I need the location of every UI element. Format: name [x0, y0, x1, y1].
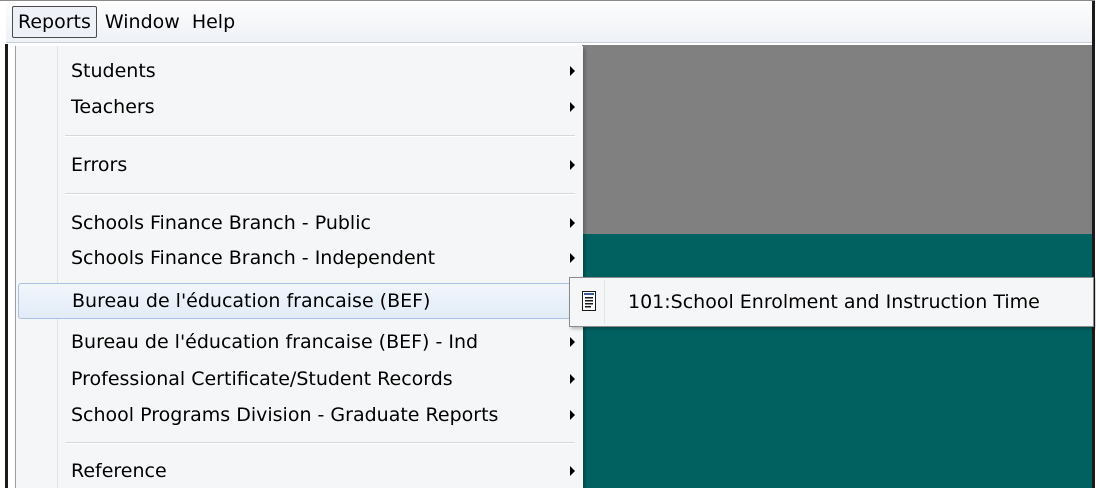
menu-item-reference[interactable]: Reference — [20, 454, 579, 488]
menu-item-school-programs[interactable]: School Programs Division - Graduate Repo… — [20, 398, 579, 432]
menu-item-label: Teachers — [71, 96, 155, 118]
menu-separator — [65, 442, 575, 444]
submenu-arrow-icon — [570, 66, 575, 76]
workspace-teal-area — [582, 234, 1092, 488]
menu-item-label: Students — [71, 60, 156, 82]
window-border-left — [5, 44, 8, 488]
menu-item-teachers[interactable]: Teachers — [20, 90, 579, 124]
menu-item-students[interactable]: Students — [20, 54, 579, 88]
menu-item-bef[interactable]: Bureau de l'éducation francaise (BEF) — [18, 283, 580, 319]
menu-item-errors[interactable]: Errors — [20, 148, 579, 182]
menu-item-label: Reference — [71, 460, 167, 482]
submenu-arrow-icon — [570, 337, 575, 347]
reports-dropdown-menu: Students Teachers Errors Schools Finance… — [15, 46, 583, 488]
bef-submenu: 101:School Enrolment and Instruction Tim… — [569, 277, 1094, 327]
menu-item-label: Schools Finance Branch - Independent — [71, 247, 436, 269]
menu-item-label: Schools Finance Branch - Public — [71, 212, 371, 234]
menu-separator — [65, 135, 575, 137]
workspace-gray-area — [582, 45, 1092, 234]
submenu-arrow-icon — [570, 218, 575, 228]
menu-reports[interactable]: Reports — [12, 6, 97, 38]
window-border-right — [1092, 1, 1095, 488]
menu-item-label: School Programs Division - Graduate Repo… — [71, 404, 499, 426]
menu-item-sfb-independent[interactable]: Schools Finance Branch - Independent — [20, 241, 579, 275]
menu-separator — [65, 193, 575, 195]
menu-help[interactable]: Help — [186, 6, 241, 38]
menu-item-label: Professional Certificate/Student Records — [71, 368, 453, 390]
submenu-arrow-icon — [570, 102, 575, 112]
submenu-arrow-icon — [570, 410, 575, 420]
menu-item-professional-certificate[interactable]: Professional Certificate/Student Records — [20, 362, 579, 396]
submenu-item-101-report[interactable]: 101:School Enrolment and Instruction Tim… — [573, 281, 1090, 323]
submenu-arrow-icon — [570, 374, 575, 384]
menu-item-label: Bureau de l'éducation francaise (BEF) - … — [71, 331, 479, 353]
menu-bar: Reports Window Help — [6, 2, 1092, 43]
menu-item-bef-ind[interactable]: Bureau de l'éducation francaise (BEF) - … — [20, 325, 579, 359]
report-document-icon — [582, 291, 596, 315]
menu-item-sfb-public[interactable]: Schools Finance Branch - Public — [20, 206, 579, 240]
application-window: Reports Window Help Students Teachers Er… — [0, 0, 1095, 488]
menu-item-label: Errors — [71, 154, 128, 176]
submenu-item-label: 101:School Enrolment and Instruction Tim… — [628, 291, 1040, 313]
submenu-arrow-icon — [570, 160, 575, 170]
menu-item-label: Bureau de l'éducation francaise (BEF) — [72, 290, 431, 312]
menu-window[interactable]: Window — [99, 6, 186, 38]
submenu-arrow-icon — [570, 253, 575, 263]
submenu-arrow-icon — [570, 466, 575, 476]
